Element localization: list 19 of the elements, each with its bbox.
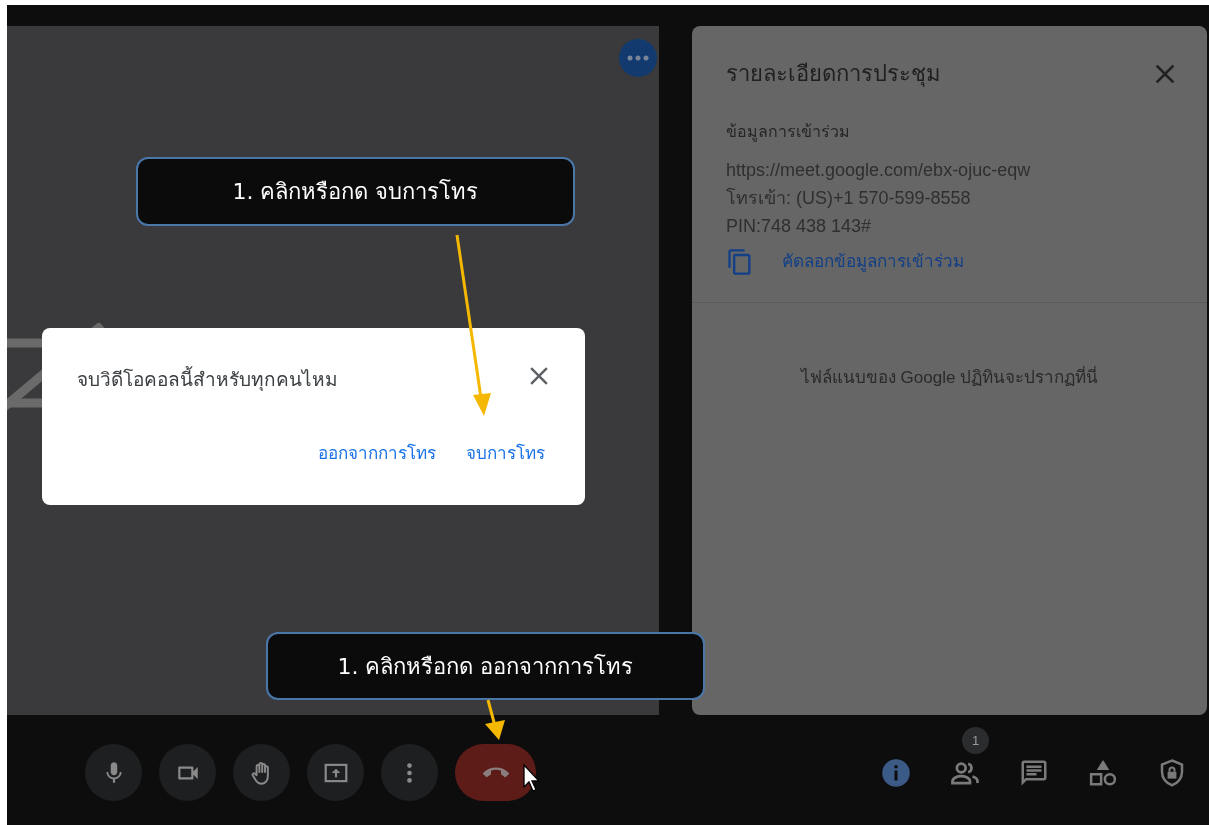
attachments-note: ไฟล์แนบของ Google ปฏิทินจะปรากฏที่นี่ [692,365,1207,391]
more-horizontal-icon [627,55,649,61]
join-info-text: PIN:748 438 143# [726,215,873,238]
section-heading: ข้อมูลการเข้าร่วม [725,122,851,144]
panel-title: รายละเอียดการประชุม [726,60,941,89]
participant-count-badge: 1 [962,727,989,754]
join-info-text: https://meet.google.com/ebx-ojuc-eqw [726,159,1032,182]
pointer-arrow [485,699,505,740]
more-options-button[interactable] [619,39,657,77]
instruction-callout: 1. คลิกหรือกด ออกจากการโทร [266,632,705,700]
end-call-button[interactable]: จบการโทร [466,441,545,467]
cursor-icon [523,764,541,792]
instruction-callout: 1. คลิกหรือกด จบการโทร [136,157,575,226]
leave-call-button[interactable]: ออกจากการโทร [318,441,436,467]
end-call-button[interactable] [455,744,536,801]
more-vertical-icon [406,762,413,783]
join-info-text: โทรเข้า: (US)+1 570-599-8558 [726,186,972,210]
copy-icon [726,248,754,276]
dialog-question: จบวิดีโอคอลนี้สำหรับทุกคนไหม [77,366,338,395]
